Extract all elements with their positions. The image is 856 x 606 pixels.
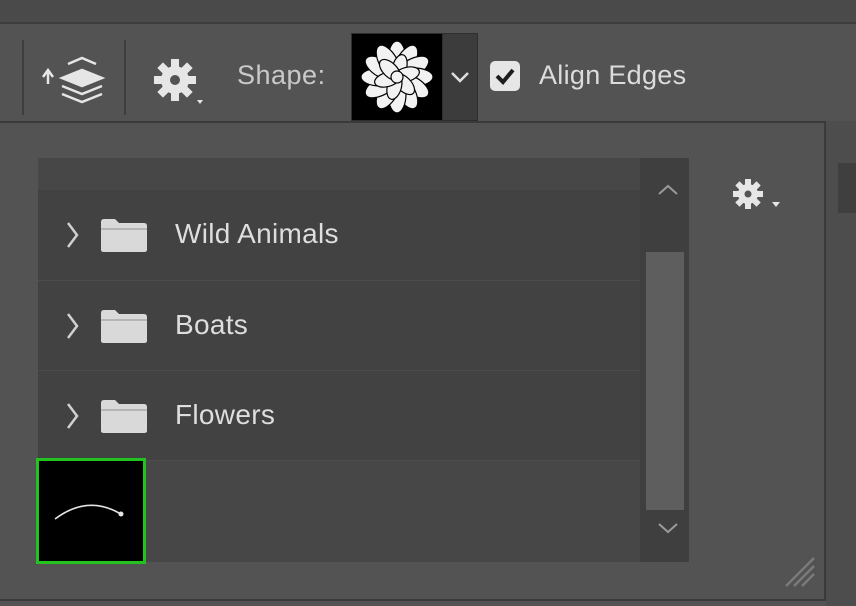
chevron-down-icon bbox=[451, 72, 469, 83]
shape-preview-button[interactable] bbox=[351, 33, 443, 121]
chevron-right-icon[interactable] bbox=[62, 401, 82, 431]
chevron-up-icon[interactable] bbox=[655, 180, 681, 200]
flower-shape-icon bbox=[360, 40, 434, 114]
toolbar-separator bbox=[124, 40, 126, 115]
gear-icon bbox=[733, 179, 780, 209]
align-edges-label: Align Edges bbox=[539, 60, 687, 90]
chevron-right-icon[interactable] bbox=[62, 311, 82, 341]
path-arrangement-button[interactable] bbox=[40, 50, 110, 112]
selected-shape-thumbnail[interactable] bbox=[36, 458, 146, 564]
folder-label: Wild Animals bbox=[175, 218, 339, 249]
folder-icon bbox=[101, 219, 147, 252]
layers-stack-icon bbox=[41, 56, 106, 104]
chevron-right-icon[interactable] bbox=[62, 220, 82, 250]
folder-icon bbox=[101, 400, 147, 433]
folder-icon bbox=[101, 310, 147, 343]
align-edges-checkbox[interactable] bbox=[490, 61, 520, 91]
gear-icon bbox=[154, 59, 203, 104]
panel-edge-shade bbox=[838, 163, 856, 213]
scrollbar-thumb[interactable] bbox=[646, 252, 684, 510]
toolbar-separator bbox=[22, 40, 24, 115]
chevron-down-icon[interactable] bbox=[655, 518, 681, 538]
settings-button[interactable] bbox=[145, 52, 215, 112]
shape-label: Shape: bbox=[237, 60, 326, 90]
resize-grip-icon[interactable] bbox=[780, 552, 820, 590]
row-divider bbox=[38, 370, 640, 371]
arc-shape-icon bbox=[54, 504, 124, 520]
row-divider bbox=[38, 280, 640, 281]
shape-dropdown-button[interactable] bbox=[442, 33, 478, 121]
checkmark-icon bbox=[495, 68, 515, 85]
picker-settings-button[interactable] bbox=[728, 174, 786, 218]
folder-label: Flowers bbox=[175, 399, 276, 430]
top-bar bbox=[0, 0, 856, 24]
folder-label: Boats bbox=[175, 309, 249, 340]
